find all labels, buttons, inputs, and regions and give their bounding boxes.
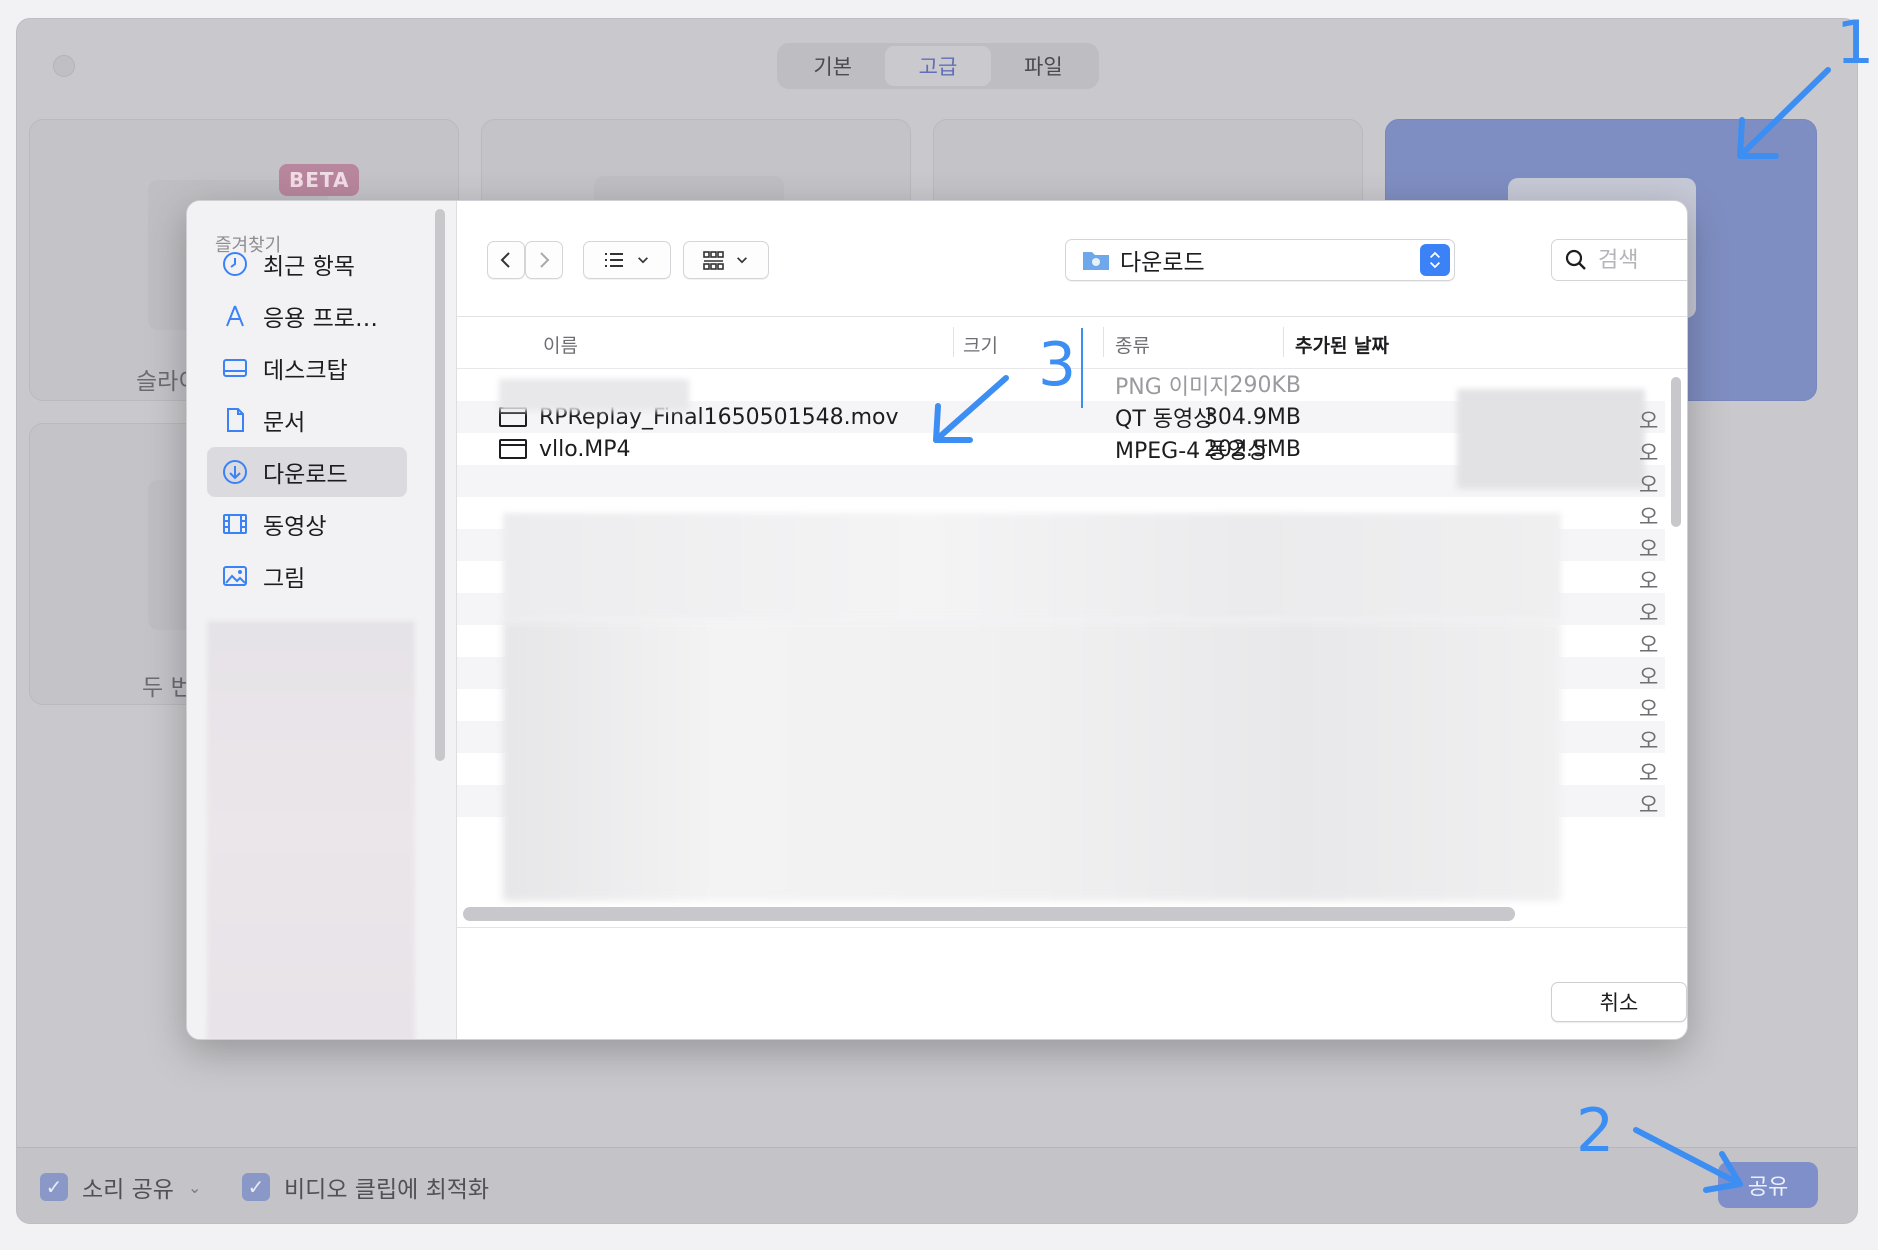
sidebar-item-pictures[interactable]: 그림 [207, 551, 407, 601]
search-icon [1565, 249, 1586, 270]
chevron-down-icon [737, 257, 747, 264]
location-stepper[interactable] [1420, 244, 1450, 276]
column-name[interactable]: 이름 [543, 331, 578, 358]
photo-icon [223, 566, 247, 586]
video-file-icon [499, 439, 527, 459]
list-icon [605, 253, 623, 267]
sidebar-item-desktop[interactable]: 데스크탑 [207, 343, 407, 393]
folder-icon [1083, 252, 1109, 270]
share-sound-label: 소리 공유 [82, 1177, 174, 1203]
forward-button[interactable] [525, 241, 563, 279]
date-fragment: 오 [1639, 729, 1659, 753]
date-fragment: 오 [1639, 473, 1659, 497]
sidebar-item-label: 데스크탑 [263, 358, 348, 384]
download-icon [223, 460, 247, 484]
chevron-left-icon [500, 252, 510, 268]
sidebar-item-recents[interactable]: 최근 항목 [207, 239, 407, 289]
up-down-chevron-icon [1430, 251, 1440, 269]
sidebar-scrollbar[interactable] [435, 209, 445, 761]
file-list-horizontal-scrollbar[interactable] [463, 907, 1515, 921]
location-label: 다운로드 [1120, 250, 1205, 276]
date-fragment: 오 [1639, 761, 1659, 785]
sidebar-item-downloads[interactable]: 다운로드 [207, 447, 407, 497]
column-date-added[interactable]: 추가된 날짜 [1295, 331, 1389, 358]
applications-icon [226, 305, 244, 327]
sidebar-item-documents[interactable]: 문서 [207, 395, 407, 445]
column-size[interactable]: 크기 [963, 331, 998, 358]
file-kind: MPEG-4 동영상 [1115, 439, 1268, 464]
dialog-footer: 취소 열기 [457, 927, 1687, 1039]
date-fragment: 오 [1639, 633, 1659, 657]
search-field[interactable] [1551, 239, 1687, 281]
sidebar-redacted-area [207, 621, 415, 1039]
sidebar-item-label: 문서 [263, 410, 306, 436]
film-icon [223, 514, 247, 534]
mode-segmented-control: 기본 고급 파일 [777, 43, 1099, 89]
dialog-sidebar: 즐겨찾기 최근 항목 응용 프로… 데스크탑 문서 다운로드 동영상 그림 [187, 201, 457, 1039]
date-fragment: 오 [1639, 697, 1659, 721]
group-view-button[interactable] [683, 241, 769, 279]
back-button[interactable] [487, 241, 525, 279]
redacted-dates [1457, 389, 1645, 489]
redacted-rows [503, 513, 1561, 619]
file-name: vllo.MP4 [539, 436, 631, 462]
date-fragment: 오 [1639, 409, 1659, 433]
window-close-button[interactable] [53, 55, 75, 77]
beta-badge: BETA [279, 164, 360, 196]
document-icon [227, 408, 244, 432]
chevron-down-icon[interactable]: ⌄ [188, 1178, 201, 1197]
redacted-rows [503, 621, 1561, 901]
date-fragment: 오 [1639, 537, 1659, 561]
sidebar-item-movies[interactable]: 동영상 [207, 499, 407, 549]
search-input[interactable] [1598, 247, 1687, 273]
date-fragment: 오 [1639, 569, 1659, 593]
date-fragment: 오 [1639, 505, 1659, 529]
optimize-video-option[interactable]: ✓ 비디오 클립에 최적화 [242, 1170, 489, 1204]
file-list-vertical-scrollbar[interactable] [1671, 377, 1681, 527]
sidebar-item-label: 그림 [263, 566, 306, 592]
chevron-right-icon [540, 252, 550, 268]
chevron-down-icon [638, 257, 648, 264]
tab-files[interactable]: 파일 [991, 46, 1096, 86]
optimize-video-checkbox[interactable]: ✓ [242, 1173, 270, 1201]
file-kind: PNG 이미지 [1115, 375, 1230, 400]
share-sound-option[interactable]: ✓ 소리 공유 ⌄ [40, 1170, 201, 1204]
tab-advanced[interactable]: 고급 [885, 46, 991, 86]
sidebar-item-label: 최근 항목 [263, 254, 355, 280]
column-kind[interactable]: 종류 [1115, 331, 1150, 358]
file-size: 304.9MB [1203, 404, 1301, 430]
location-popup[interactable]: 다운로드 [1065, 239, 1455, 281]
tab-basic[interactable]: 기본 [780, 46, 885, 86]
share-button[interactable]: 공유 [1718, 1162, 1818, 1208]
file-kind: QT 동영상 [1115, 407, 1214, 432]
date-fragment: 오 [1639, 601, 1659, 625]
sidebar-item-label: 응용 프로… [263, 306, 378, 332]
file-open-dialog: 즐겨찾기 최근 항목 응용 프로… 데스크탑 문서 다운로드 동영상 그림 다운… [186, 200, 1688, 1040]
date-fragment: 오 [1639, 793, 1659, 817]
desktop-icon [223, 359, 247, 377]
dialog-toolbar: 다운로드 [457, 201, 1687, 317]
sidebar-item-label: 동영상 [263, 514, 327, 540]
redacted-filename [499, 379, 689, 411]
sidebar-item-label: 다운로드 [263, 462, 348, 488]
date-fragment: 오 [1639, 665, 1659, 689]
annotation-number-1: 1 [1836, 8, 1875, 78]
annotation-number-2: 2 [1576, 1096, 1615, 1166]
date-fragment: 오 [1639, 441, 1659, 465]
file-size: 290KB [1229, 372, 1301, 398]
cancel-button[interactable]: 취소 [1551, 982, 1687, 1022]
clock-icon [223, 252, 247, 276]
list-view-button[interactable] [583, 241, 671, 279]
annotation-number-3: 3 [1038, 330, 1077, 400]
file-name-cell: vllo.MP4 [499, 437, 631, 462]
grid-icon [703, 251, 724, 270]
sidebar-item-applications[interactable]: 응용 프로… [207, 291, 407, 341]
optimize-video-label: 비디오 클립에 최적화 [284, 1177, 490, 1203]
share-sound-checkbox[interactable]: ✓ [40, 1173, 68, 1201]
